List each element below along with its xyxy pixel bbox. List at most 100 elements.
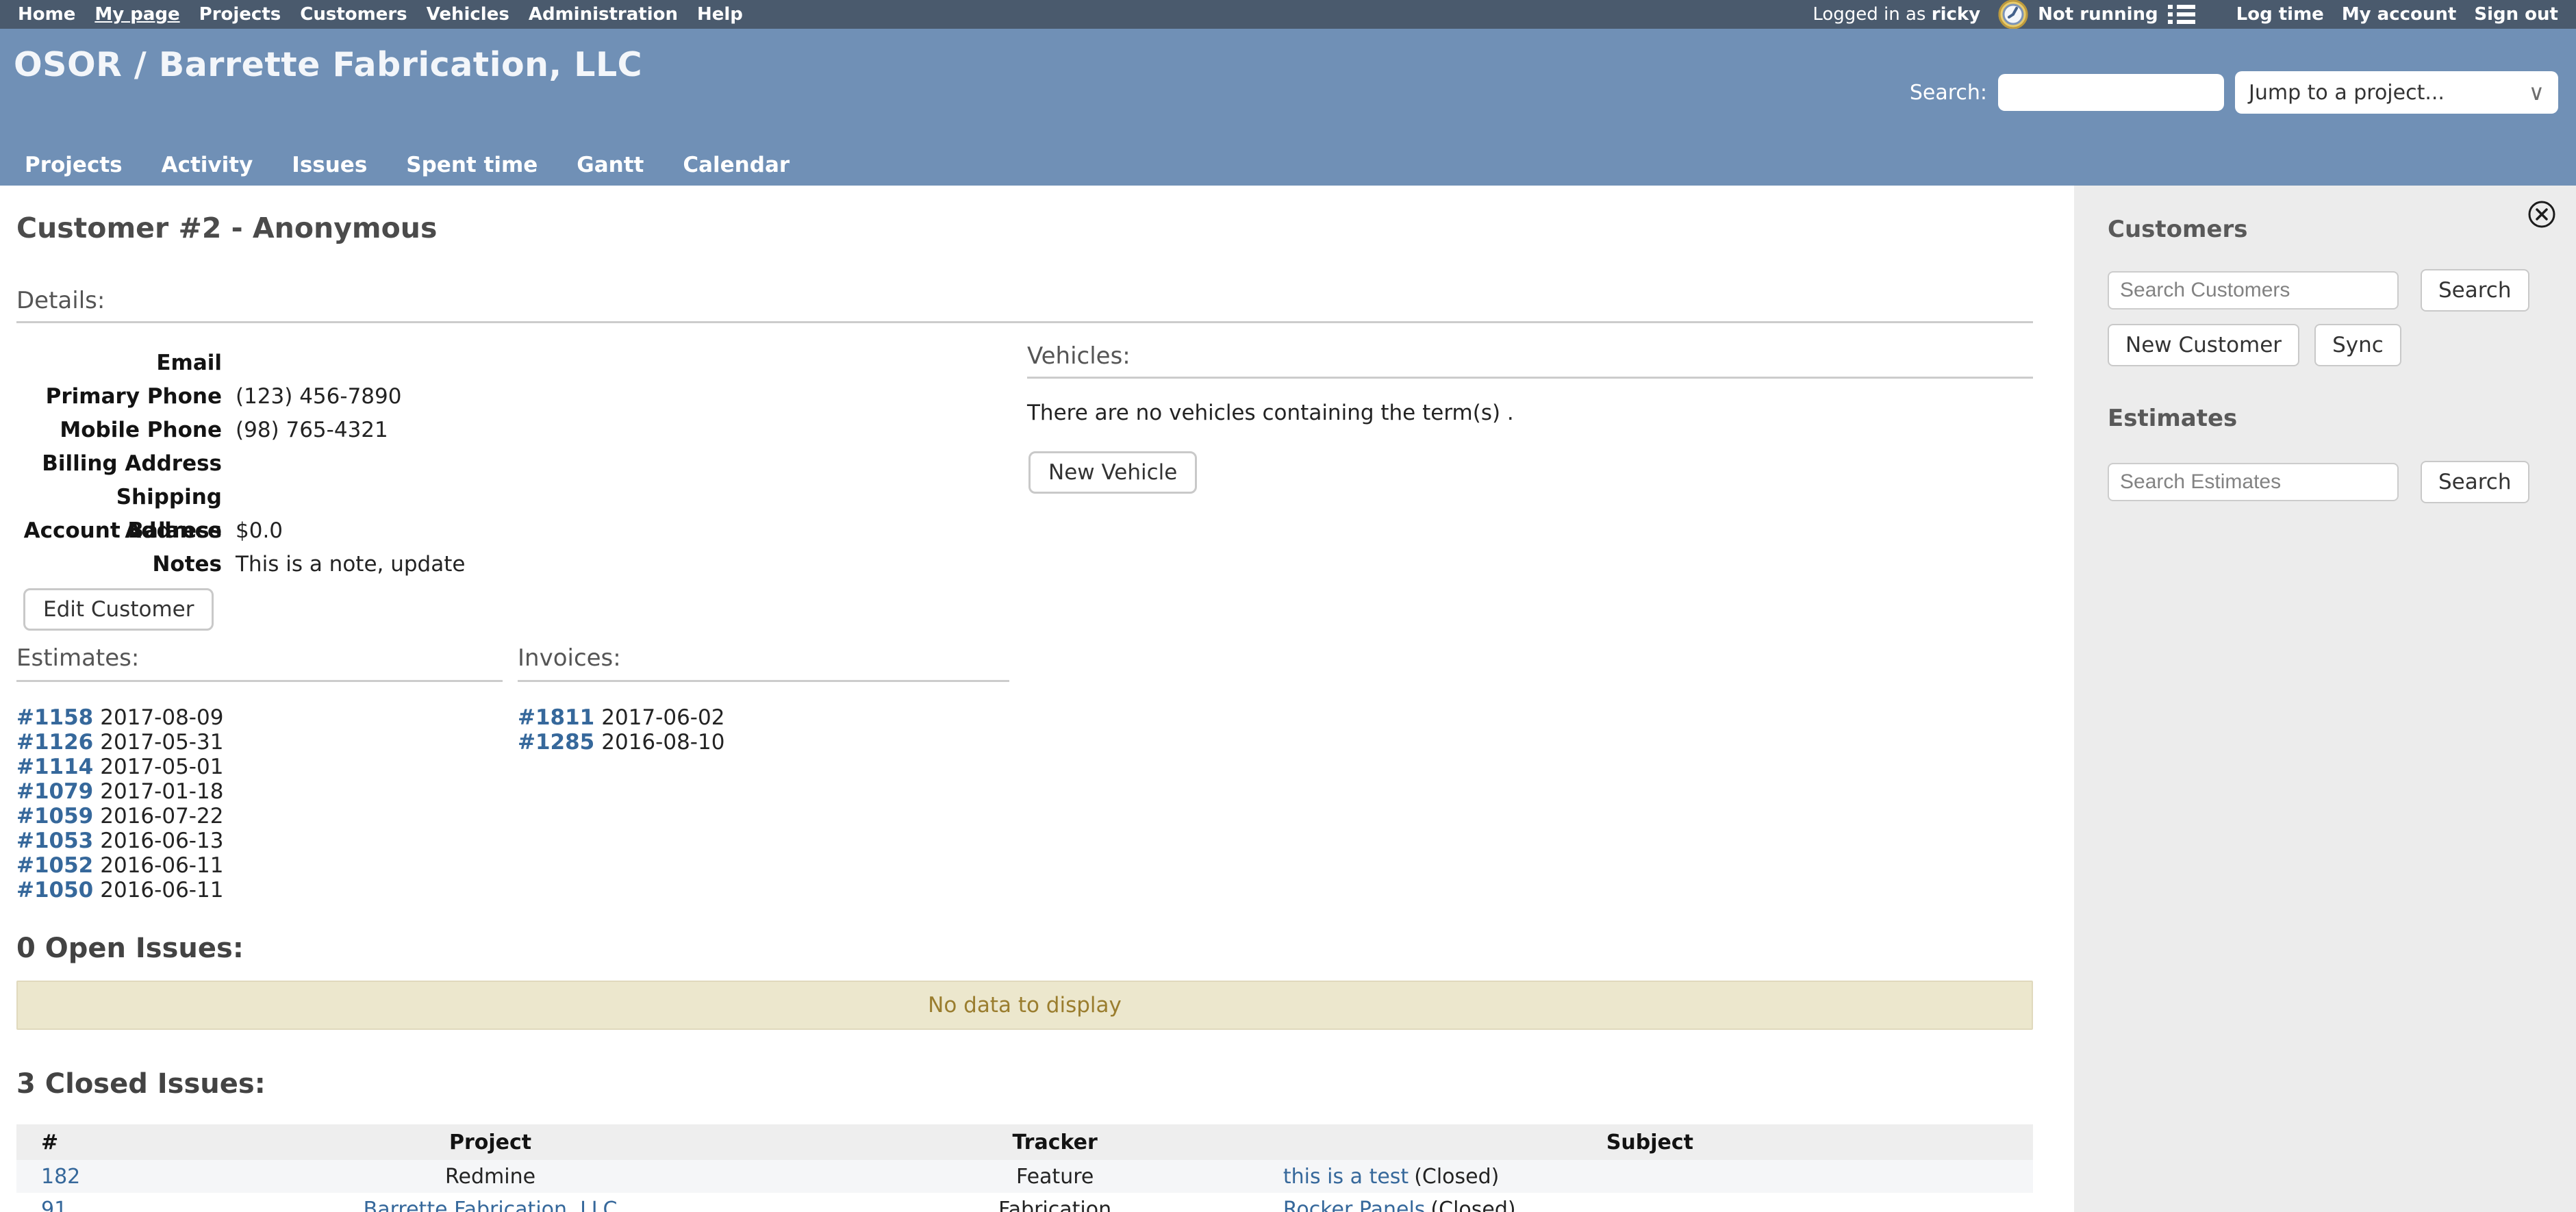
jump-to-project-select[interactable]: Jump to a project... ∨ xyxy=(2235,71,2558,114)
invoice-item: #1811 2017-06-02 xyxy=(518,705,1009,730)
column-header-subject: Subject xyxy=(1267,1124,2033,1160)
field-value: (123) 456-7890 xyxy=(236,380,401,414)
issue-id-link[interactable]: 182 xyxy=(41,1165,80,1189)
invoice-date: 2017-06-02 xyxy=(601,705,724,730)
tab-calendar[interactable]: Calendar xyxy=(683,153,790,177)
search-label: Search: xyxy=(1910,81,1987,105)
close-icon[interactable] xyxy=(2527,199,2557,229)
estimate-item: #1079 2017-01-18 xyxy=(16,779,503,804)
estimate-date: 2016-06-11 xyxy=(100,853,223,878)
estimate-link[interactable]: #1126 xyxy=(16,730,93,755)
menu-customers[interactable]: Customers xyxy=(300,4,407,25)
estimate-item: #1059 2016-07-22 xyxy=(16,804,503,829)
sidebar-customers-heading: Customers xyxy=(2108,216,2576,243)
timer-list-icon[interactable] xyxy=(2168,3,2195,25)
menu-help[interactable]: Help xyxy=(697,4,743,25)
details-heading: Details: xyxy=(16,287,2033,323)
account-menu: Logged in as ricky Not running Log time … xyxy=(1813,0,2558,29)
field-value: This is a note, update xyxy=(236,548,465,581)
timer-status-label[interactable]: Not running xyxy=(2038,4,2158,25)
new-customer-button[interactable]: New Customer xyxy=(2108,324,2299,366)
invoice-item: #12852016-08-10 xyxy=(518,730,1009,755)
field-label: Primary Phone xyxy=(16,380,222,414)
field-primary-phone: Primary Phone (123) 456-7890 xyxy=(16,380,1027,414)
menu-administration[interactable]: Administration xyxy=(529,4,678,25)
column-header-id: # xyxy=(16,1124,138,1160)
search-input[interactable] xyxy=(1998,74,2224,111)
menu-projects[interactable]: Projects xyxy=(199,4,281,25)
issue-status: (Closed) xyxy=(1430,1198,1515,1212)
tab-issues[interactable]: Issues xyxy=(292,153,367,177)
logged-in-status: Logged in as ricky xyxy=(1813,4,1980,25)
top-menu-bar: Home My page Projects Customers Vehicles… xyxy=(0,0,2576,29)
field-label: Account Balance xyxy=(16,514,222,548)
app-title: OSOR / Barrette Fabrication, LLC xyxy=(14,45,642,84)
field-label: Billing Address xyxy=(16,447,222,481)
page-title: Customer #2 - Anonymous xyxy=(16,212,2033,244)
estimate-link[interactable]: #1053 xyxy=(16,829,93,853)
estimate-link[interactable]: #1059 xyxy=(16,804,93,829)
tab-activity[interactable]: Activity xyxy=(162,153,253,177)
log-time-link[interactable]: Log time xyxy=(2236,4,2324,25)
estimate-date: 2017-01-18 xyxy=(100,779,223,804)
clock-icon xyxy=(1998,0,2028,29)
estimate-date: 2016-06-11 xyxy=(100,878,223,902)
estimates-heading: Estimates: xyxy=(16,644,503,682)
new-vehicle-button[interactable]: New Vehicle xyxy=(1028,451,1197,494)
field-label: Email xyxy=(16,346,222,380)
column-header-tracker: Tracker xyxy=(843,1124,1266,1160)
table-row: 182 Redmine Feature this is a test(Close… xyxy=(16,1160,2033,1193)
estimate-link[interactable]: #1114 xyxy=(16,755,93,779)
estimate-item: #1126 2017-05-31 xyxy=(16,730,503,755)
field-billing-address: Billing Address xyxy=(16,447,1027,481)
invoices-list: #1811 2017-06-02 #12852016-08-10 xyxy=(518,705,1009,755)
estimate-link[interactable]: #1158 xyxy=(16,705,93,730)
tab-projects[interactable]: Projects xyxy=(25,153,123,177)
estimate-item: #10532016-06-13 xyxy=(16,829,503,853)
issue-subject-link[interactable]: this is a test xyxy=(1283,1165,1409,1189)
closed-issues-table: # Project Tracker Subject 182 Redmine Fe… xyxy=(16,1124,2033,1212)
estimate-item: #11142017-05-01 xyxy=(16,755,503,779)
closed-issues-heading: 3 Closed Issues: xyxy=(16,1068,2033,1100)
field-mobile-phone: Mobile Phone (98) 765-4321 xyxy=(16,414,1027,447)
invoice-link[interactable]: #1811 xyxy=(518,705,594,730)
estimate-link[interactable]: #1050 xyxy=(16,878,93,902)
menu-vehicles[interactable]: Vehicles xyxy=(427,4,509,25)
issue-id-link[interactable]: 91 xyxy=(41,1198,67,1212)
sign-out-link[interactable]: Sign out xyxy=(2474,4,2558,25)
field-email: Email xyxy=(16,346,1027,380)
vehicles-empty-message: There are no vehicles containing the ter… xyxy=(1027,401,2033,425)
search-customers-button[interactable]: Search xyxy=(2421,269,2529,312)
jump-to-project-value: Jump to a project... xyxy=(2249,81,2445,105)
field-label: Notes xyxy=(16,548,222,581)
estimate-item: #11582017-08-09 xyxy=(16,705,503,730)
search-estimates-input[interactable] xyxy=(2108,463,2399,501)
estimate-date: 2017-05-31 xyxy=(100,730,223,755)
invoice-link[interactable]: #1285 xyxy=(518,730,594,755)
open-issues-heading: 0 Open Issues: xyxy=(16,933,2033,964)
tab-gantt[interactable]: Gantt xyxy=(577,153,644,177)
sidebar-estimates-heading: Estimates xyxy=(2108,405,2576,432)
field-label: Shipping Address xyxy=(16,481,222,514)
estimate-link[interactable]: #1079 xyxy=(16,779,93,804)
menu-my-page[interactable]: My page xyxy=(94,4,179,25)
my-account-link[interactable]: My account xyxy=(2342,4,2457,25)
menu-home[interactable]: Home xyxy=(18,4,75,25)
main-nav-tabs: Projects Activity Issues Spent time Gant… xyxy=(25,153,790,177)
issue-tracker: Fabrication xyxy=(998,1198,1111,1212)
customer-details: Email Primary Phone (123) 456-7890 Mobil… xyxy=(16,323,1027,902)
estimates-list: #11582017-08-09 #11262017-05-31 #1114201… xyxy=(16,705,503,902)
search-estimates-button[interactable]: Search xyxy=(2421,461,2529,503)
invoices-section: Invoices: #18112017-06-02 #12852016-08-1… xyxy=(518,644,1009,902)
issue-subject-link[interactable]: Rocker Panels xyxy=(1283,1198,1426,1212)
search-customers-input[interactable] xyxy=(2108,271,2399,310)
estimate-date: 2016-07-22 xyxy=(100,804,223,829)
edit-customer-button[interactable]: Edit Customer xyxy=(23,588,214,631)
sidebar: Customers Search New Customer Sync Estim… xyxy=(2074,186,2576,1212)
top-menu: Home My page Projects Customers Vehicles… xyxy=(18,4,743,25)
estimate-link[interactable]: #1052 xyxy=(16,853,93,878)
tab-spent-time[interactable]: Spent time xyxy=(406,153,538,177)
issue-project-link[interactable]: Barrette Fabrication, LLC xyxy=(364,1198,618,1212)
sync-button[interactable]: Sync xyxy=(2314,324,2401,366)
logged-in-username[interactable]: ricky xyxy=(1932,4,1980,25)
